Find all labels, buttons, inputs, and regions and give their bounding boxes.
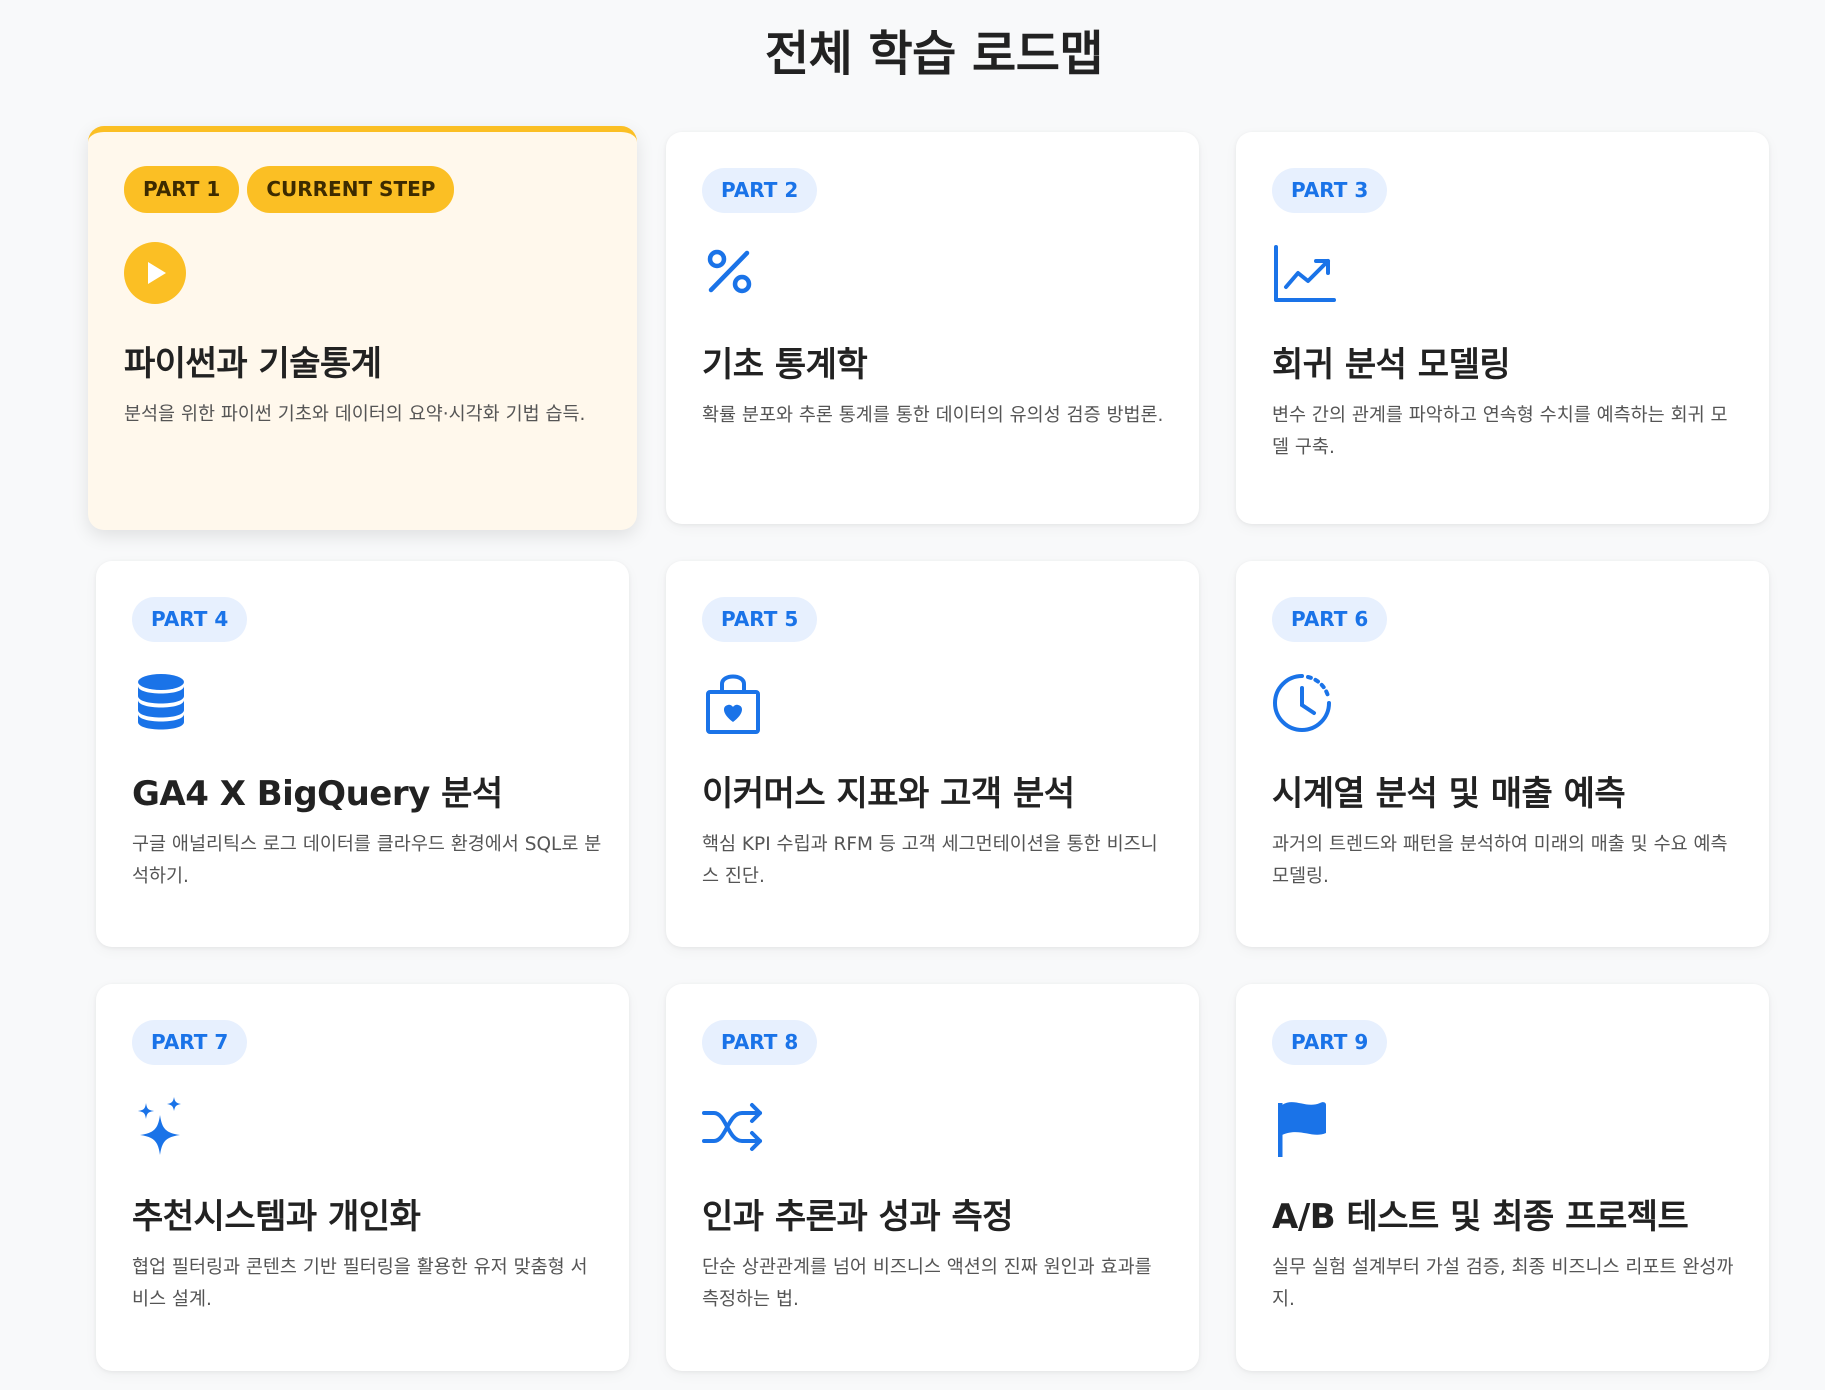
sparkles-icon [132, 1095, 196, 1159]
card-description: 구글 애널리틱스 로그 데이터를 클라우드 환경에서 SQL로 분석하기. [132, 834, 602, 887]
part-badge: PART 8 [702, 1020, 818, 1065]
card-description: 확률 분포와 추론 통계를 통한 데이터의 유의성 검증 방법론. [702, 405, 1164, 426]
roadmap-card-part-7[interactable]: PART 7 추천시스템과 개인화 협업 필터링과 콘텐츠 기반 필터링을 활용… [96, 984, 629, 1371]
roadmap-card-part-6[interactable]: PART 6 시계열 분석 및 매출 예측 과거의 트렌드와 패턴을 분석하여 … [1236, 561, 1769, 947]
clock-history-icon [1272, 672, 1336, 736]
roadmap-card-part-3[interactable]: PART 3 회귀 분석 모델링 변수 간의 관계를 파악하고 연속형 수치를 … [1236, 132, 1769, 524]
card-description: 단순 상관관계를 넘어 비즈니스 액션의 진짜 원인과 효과를 측정하는 법. [702, 1257, 1152, 1310]
shuffle-icon [702, 1095, 766, 1159]
roadmap-card-part-8[interactable]: PART 8 인과 추론과 성과 측정 단순 상관관계를 넘어 비즈니스 액션의… [666, 984, 1199, 1371]
database-icon [132, 672, 196, 736]
card-title: 회귀 분석 모델링 [1272, 345, 1511, 385]
card-title: 시계열 분석 및 매출 예측 [1272, 774, 1626, 814]
card-title: 파이썬과 기술통계 [124, 344, 382, 384]
roadmap-card-part-2[interactable]: PART 2 기초 통계학 확률 분포와 추론 통계를 통한 데이터의 유의성 … [666, 132, 1199, 524]
part-badge: PART 6 [1272, 597, 1388, 642]
roadmap-card-part-4[interactable]: PART 4 GA4 X BigQuery 분석 구글 애널리틱스 로그 데이터… [96, 561, 629, 947]
card-title: 이커머스 지표와 고객 분석 [702, 774, 1075, 814]
current-step-badge: CURRENT STEP [247, 166, 455, 213]
part-badge: PART 3 [1272, 168, 1388, 213]
page-title: 전체 학습 로드맵 [764, 26, 1104, 82]
shopping-bag-heart-icon [702, 672, 766, 736]
card-description: 변수 간의 관계를 파악하고 연속형 수치를 예측하는 회귀 모델 구축. [1272, 405, 1728, 458]
card-title: 인과 추론과 성과 측정 [702, 1197, 1014, 1237]
card-description: 분석을 위한 파이썬 기초와 데이터의 요약·시각화 기법 습득. [124, 404, 586, 425]
roadmap-card-part-5[interactable]: PART 5 이커머스 지표와 고객 분석 핵심 KPI 수립과 RFM 등 고… [666, 561, 1199, 947]
part-badge: PART 7 [132, 1020, 248, 1065]
card-title: 기초 통계학 [702, 345, 868, 385]
play-circle-icon [124, 242, 188, 306]
part-badge: PART 1 [124, 166, 240, 213]
card-description: 핵심 KPI 수립과 RFM 등 고객 세그먼테이션을 통한 비즈니스 진단. [702, 834, 1158, 887]
card-description: 협업 필터링과 콘텐츠 기반 필터링을 활용한 유저 맞춤형 서비스 설계. [132, 1257, 588, 1310]
card-description: 과거의 트렌드와 패턴을 분석하여 미래의 매출 및 수요 예측 모델링. [1272, 834, 1728, 887]
roadmap-card-part-9[interactable]: PART 9 A/B 테스트 및 최종 프로젝트 실무 실험 설계부터 가설 검… [1236, 984, 1769, 1371]
flag-icon [1272, 1095, 1336, 1159]
card-description: 실무 실험 설계부터 가설 검증, 최종 비즈니스 리포트 완성까지. [1272, 1257, 1734, 1310]
part-badge: PART 9 [1272, 1020, 1388, 1065]
part-badge: PART 2 [702, 168, 818, 213]
card-title: A/B 테스트 및 최종 프로젝트 [1272, 1197, 1689, 1237]
card-title: GA4 X BigQuery 분석 [132, 774, 503, 814]
roadmap-card-part-1[interactable]: PART 1 CURRENT STEP 파이썬과 기술통계 분석을 위한 파이썬… [88, 126, 637, 530]
trending-up-icon [1272, 243, 1336, 307]
percent-icon [702, 243, 766, 307]
card-title: 추천시스템과 개인화 [132, 1197, 421, 1237]
part-badge: PART 4 [132, 597, 248, 642]
part-badge: PART 5 [702, 597, 818, 642]
